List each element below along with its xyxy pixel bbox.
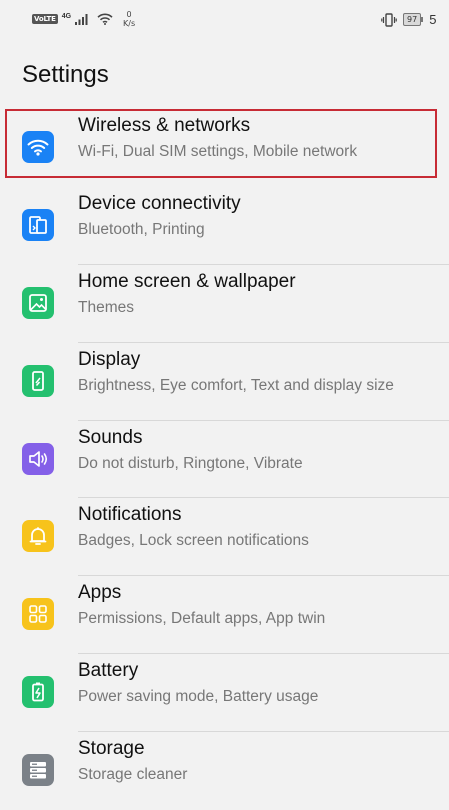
- battery-status: 97: [403, 13, 424, 26]
- settings-item-device-connectivity[interactable]: Device connectivity Bluetooth, Printing: [0, 187, 449, 265]
- settings-item-notifications[interactable]: Notifications Badges, Lock screen notifi…: [0, 498, 449, 577]
- item-title: Display: [78, 348, 141, 370]
- item-title: Wireless & networks: [78, 115, 251, 136]
- network-type: 4G: [61, 12, 72, 20]
- item-subtitle: Permissions, Default apps, App twin: [78, 610, 326, 628]
- settings-item-storage[interactable]: Storage Storage cleaner: [0, 732, 449, 810]
- speaker-icon: [22, 442, 54, 475]
- settings-list: Wireless & networks Wi-Fi, Dual SIM sett…: [0, 109, 449, 810]
- image-icon: [22, 286, 54, 319]
- speed-unit: K/s: [123, 19, 136, 28]
- item-subtitle: Bluetooth, Printing: [78, 220, 205, 238]
- volte-badge: VoLTE: [32, 14, 58, 24]
- phone-brightness-icon: [22, 364, 54, 397]
- wifi-icon: [22, 131, 54, 163]
- status-bar: VoLTE 4G 0 K/s 97 5: [0, 0, 449, 40]
- wifi-status-icon: [97, 13, 113, 25]
- item-subtitle: Brightness, Eye comfort, Text and displa…: [78, 376, 394, 394]
- item-subtitle: Storage cleaner: [78, 766, 188, 784]
- signal-icon: [75, 13, 89, 25]
- item-title: Home screen & wallpaper: [78, 270, 296, 292]
- bell-icon: [22, 520, 54, 553]
- item-title: Sounds: [78, 426, 143, 448]
- settings-item-home-screen-wallpaper[interactable]: Home screen & wallpaper Themes: [0, 265, 449, 343]
- settings-item-display[interactable]: Display Brightness, Eye comfort, Text an…: [0, 343, 449, 421]
- item-title: Notifications: [78, 504, 182, 526]
- vibrate-icon: [381, 12, 397, 27]
- item-title: Device connectivity: [78, 192, 241, 214]
- apps-grid-icon: [22, 598, 54, 631]
- speed-value: 0: [126, 10, 132, 19]
- item-subtitle: Badges, Lock screen notifications: [78, 532, 309, 550]
- item-subtitle: Themes: [78, 298, 134, 316]
- network-speed: 0 K/s: [123, 10, 135, 28]
- item-title: Battery: [78, 660, 139, 682]
- item-subtitle: Power saving mode, Battery usage: [78, 688, 319, 706]
- devices-icon: [22, 208, 54, 241]
- settings-item-sounds[interactable]: Sounds Do not disturb, Ringtone, Vibrate: [0, 421, 449, 499]
- clock: 5: [429, 12, 437, 27]
- page-title: Settings: [22, 61, 109, 88]
- settings-item-battery[interactable]: Battery Power saving mode, Battery usage: [0, 654, 449, 733]
- storage-icon: [22, 754, 54, 787]
- item-subtitle: Wi-Fi, Dual SIM settings, Mobile network: [78, 143, 358, 160]
- battery-icon: [22, 676, 54, 709]
- item-title: Apps: [78, 582, 122, 604]
- item-subtitle: Do not disturb, Ringtone, Vibrate: [78, 454, 303, 472]
- settings-item-apps[interactable]: Apps Permissions, Default apps, App twin: [0, 576, 449, 655]
- settings-item-wireless-networks[interactable]: Wireless & networks Wi-Fi, Dual SIM sett…: [0, 109, 449, 187]
- item-title: Storage: [78, 738, 145, 760]
